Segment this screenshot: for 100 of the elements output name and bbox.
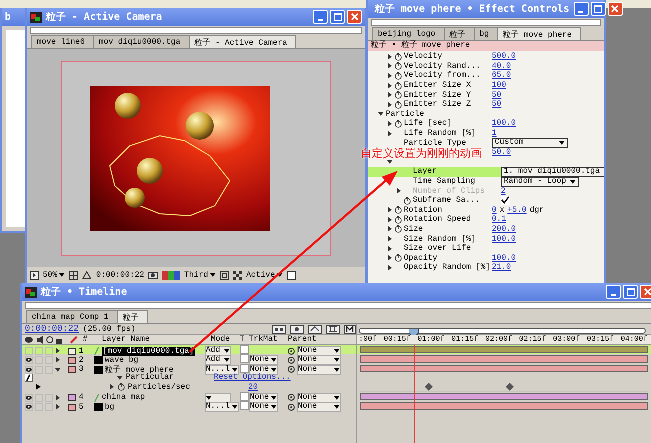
- magnification-dropdown[interactable]: 50%: [43, 270, 66, 280]
- frame-blending-icon[interactable]: [326, 324, 340, 334]
- visibility-switch[interactable]: [25, 366, 33, 374]
- mode-dropdown[interactable]: N...l: [205, 364, 240, 375]
- collapsed-triangle-icon[interactable]: [387, 120, 393, 127]
- layer-duration-bar[interactable]: [360, 355, 648, 363]
- square-icon[interactable]: [287, 270, 296, 280]
- safe-zones-icon[interactable]: [69, 270, 78, 280]
- preserve-transparency-checkbox[interactable]: [240, 392, 249, 401]
- panel-tab[interactable]: 粒子: [116, 310, 148, 323]
- property-value[interactable]: 21.0: [492, 263, 512, 272]
- property-value[interactable]: 200.0: [492, 224, 516, 234]
- stopwatch-icon[interactable]: [118, 383, 125, 392]
- visibility-switch[interactable]: [25, 394, 33, 402]
- region-icon[interactable]: [220, 270, 230, 280]
- collapsed-triangle-icon[interactable]: [387, 236, 393, 242]
- collapsed-triangle-icon[interactable]: [55, 357, 61, 364]
- collapsed-triangle-icon[interactable]: [55, 404, 61, 410]
- property-value[interactable]: 100.0: [492, 119, 516, 128]
- preserve-transparency-checkbox[interactable]: [240, 354, 249, 364]
- checkbox[interactable]: [501, 196, 510, 206]
- panel-tab[interactable]: 粒子: [444, 27, 475, 40]
- label-color-swatch[interactable]: [68, 348, 76, 354]
- stopwatch-icon[interactable]: [395, 120, 402, 128]
- panel-tab[interactable]: 粒子 move phere: [497, 27, 582, 40]
- layer-name[interactable]: [mov diqiu0000.tga]: [102, 346, 196, 356]
- close-button[interactable]: [640, 285, 651, 299]
- panel-tab[interactable]: bg: [474, 27, 498, 40]
- expanded-triangle-icon[interactable]: [387, 159, 393, 166]
- layer-duration-bar[interactable]: [360, 364, 648, 372]
- expanded-triangle-icon[interactable]: [55, 366, 61, 373]
- close-button[interactable]: [347, 10, 362, 24]
- panel-tab[interactable]: 粒子 - Active Camera: [188, 35, 296, 48]
- marker-icon[interactable]: [344, 324, 356, 334]
- channels-icon[interactable]: [162, 270, 180, 280]
- mode-dropdown[interactable]: N...l: [205, 402, 240, 412]
- track-matte-dropdown[interactable]: None: [249, 392, 278, 403]
- panel-tab[interactable]: beijing logo: [372, 27, 445, 40]
- layer-row[interactable]: 1 [mov diqiu0000.tga] Add None: [22, 345, 651, 354]
- camera-icon[interactable]: [148, 271, 158, 279]
- preserve-transparency-checkbox[interactable]: [240, 401, 249, 410]
- track-matte-dropdown[interactable]: None: [249, 355, 278, 366]
- tab-scroll-strip[interactable]: [371, 19, 601, 26]
- collapsed-triangle-icon[interactable]: [387, 63, 393, 70]
- stopwatch-icon[interactable]: [404, 196, 411, 205]
- tab-scroll-strip[interactable]: [25, 302, 651, 309]
- keyframe-navigator-icon[interactable]: [36, 384, 41, 390]
- panel-tab[interactable]: move line6: [31, 35, 94, 48]
- parent-dropdown[interactable]: None: [297, 346, 341, 356]
- column-header[interactable]: Parent: [288, 335, 334, 344]
- stopwatch-icon[interactable]: [395, 82, 402, 90]
- motion-blur-icon[interactable]: [308, 324, 322, 334]
- expanded-triangle-icon[interactable]: [378, 111, 384, 118]
- resolution-dropdown[interactable]: Third: [184, 270, 216, 280]
- stopwatch-icon[interactable]: [395, 52, 402, 61]
- preserve-transparency-checkbox[interactable]: [240, 345, 249, 354]
- column-header[interactable]: #: [83, 335, 101, 344]
- collapsed-triangle-icon[interactable]: [387, 54, 393, 60]
- parent-dropdown[interactable]: None: [297, 355, 341, 366]
- minimize-button[interactable]: [574, 2, 589, 16]
- stopwatch-icon[interactable]: [395, 91, 402, 100]
- property-value[interactable]: 0.1: [492, 215, 506, 224]
- layer-duration-bar[interactable]: [360, 346, 648, 354]
- collapsed-triangle-icon[interactable]: [387, 102, 393, 108]
- preserve-transparency-checkbox[interactable]: [240, 364, 249, 373]
- degrees-value[interactable]: +5.0: [508, 206, 527, 215]
- stopwatch-icon[interactable]: [395, 254, 402, 262]
- track-matte-dropdown[interactable]: None: [249, 402, 278, 412]
- maximize-button[interactable]: [590, 2, 606, 16]
- property-value[interactable]: 1: [492, 129, 497, 138]
- collapsed-triangle-icon[interactable]: [387, 264, 393, 271]
- parent-dropdown[interactable]: None: [297, 364, 341, 375]
- stopwatch-icon[interactable]: [395, 62, 402, 70]
- visibility-switch[interactable]: [25, 403, 33, 412]
- parent-dropdown[interactable]: None: [297, 402, 341, 412]
- collapsed-triangle-icon[interactable]: [387, 207, 393, 214]
- shy-icon[interactable]: [290, 324, 304, 334]
- property-value[interactable]: 500.0: [492, 52, 516, 62]
- layer-name[interactable]: wave bg: [105, 356, 139, 365]
- property-value[interactable]: 50: [492, 90, 502, 100]
- mode-dropdown[interactable]: Add: [205, 355, 231, 366]
- maximize-button[interactable]: [330, 10, 345, 24]
- label-color-swatch[interactable]: [68, 394, 76, 402]
- layer-row[interactable]: 5 bg N...l None None: [22, 401, 651, 411]
- property-value[interactable]: 40.0: [492, 62, 512, 71]
- comp-flowchart-icon[interactable]: [272, 324, 286, 334]
- layer-row[interactable]: 2 wave bg Add None None: [22, 354, 651, 364]
- label-color-swatch[interactable]: [68, 356, 76, 364]
- minimize-button[interactable]: [606, 285, 621, 299]
- mask-icon[interactable]: [82, 270, 92, 280]
- property-value[interactable]: 100.0: [492, 234, 516, 244]
- effect-name[interactable]: Particular: [126, 373, 174, 382]
- view-dropdown[interactable]: Active: [246, 270, 284, 280]
- collapsed-triangle-icon[interactable]: [387, 130, 393, 137]
- expanded-triangle-icon[interactable]: [117, 374, 123, 381]
- panel-tab[interactable]: china map Comp 1: [26, 310, 118, 323]
- panel-tab[interactable]: mov diqiu0000.tga: [93, 35, 190, 48]
- stopwatch-icon[interactable]: [395, 100, 402, 109]
- collapsed-triangle-icon[interactable]: [387, 226, 393, 232]
- column-header[interactable]: T: [240, 335, 248, 344]
